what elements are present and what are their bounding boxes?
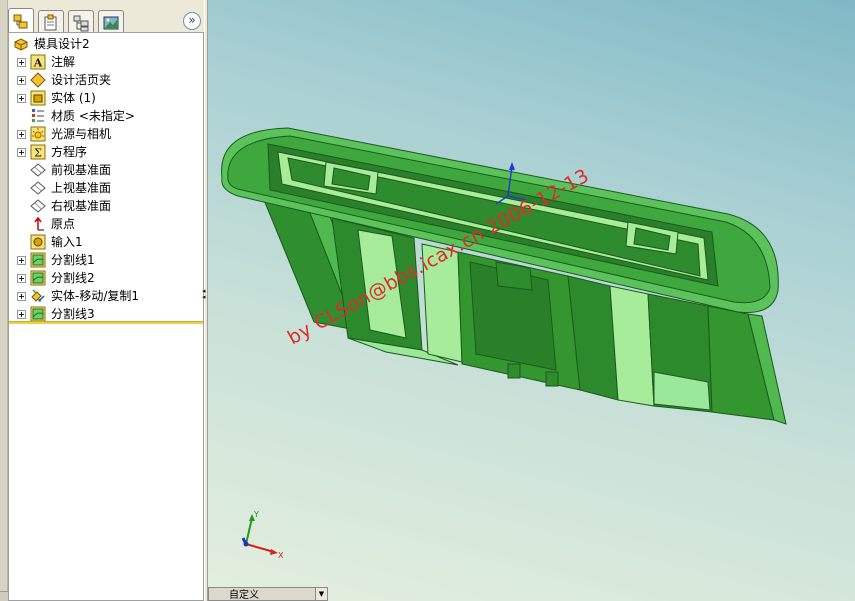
tree-item-equations[interactable]: Σ 方程序 [17,143,87,161]
chevron-down-icon[interactable]: ▼ [315,588,327,600]
tree-item-right-plane[interactable]: 右视基准面 [17,197,111,215]
rollback-bar[interactable] [9,321,203,324]
tree-item-label: 原点 [51,217,76,231]
tree-expander[interactable] [17,273,26,283]
feature-tree: 模具设计2 A 注解 设计活页夹 实体 (1) 材质 <未指定> 光源与相机 Σ… [8,32,204,601]
tree-expander[interactable] [17,147,26,157]
tree-item-material[interactable]: 材质 <未指定> [17,107,135,125]
tree-item-label: 前视基准面 [51,163,112,177]
design-binder-icon [30,72,46,88]
tree-item-top-plane[interactable]: 上视基准面 [17,179,111,197]
part-icon [13,36,29,52]
tree-root-label: 模具设计2 [34,37,90,51]
graphics-viewport[interactable]: by CLSon@bbs.icax.cn 2006-12-13 Y X 自定义 … [208,0,855,601]
tree-item-label: 方程序 [51,145,88,159]
equations-icon: Σ [30,144,46,160]
tab-configuration-manager[interactable] [68,10,94,34]
tree-item-label: 注解 [51,55,76,69]
tree-item-label: 实体-移动/复制1 [51,289,140,303]
coordinate-triad-icon: Y X [241,510,284,558]
move-copy-body-icon [30,288,46,304]
split-line-icon [30,252,46,268]
tree-item-split-line-1[interactable]: 分割线1 [17,251,95,269]
tree-item-label: 上视基准面 [51,181,112,195]
split-line-icon [30,306,46,322]
svg-text:Σ: Σ [34,147,42,160]
feature-manager-tabbar: » [8,6,204,35]
feature-tree-icon [13,14,28,29]
material-icon [30,108,46,124]
view-orientation-value: 自定义 [229,590,259,601]
tree-expander[interactable] [17,93,26,103]
tree-expander[interactable] [17,75,26,85]
triad-x-label: X [278,551,284,558]
plane-icon [30,180,46,196]
tree-root-part[interactable]: 模具设计2 [13,35,90,53]
tree-item-label: 分割线2 [51,271,95,285]
tree-item-split-line-2[interactable]: 分割线2 [17,269,95,287]
tree-item-design-binder[interactable]: 设计活页夹 [17,71,111,89]
tree-item-solid-bodies[interactable]: 实体 (1) [17,89,96,107]
tab-property-manager[interactable] [38,10,64,34]
tree-expander[interactable] [17,129,26,139]
feature-manager-panel: » 模具设计2 A 注解 设计活页夹 实体 (1) 材质 <未指定> 光源与相机… [0,0,208,601]
tree-expander[interactable] [17,255,26,265]
imported-body-icon [30,234,46,250]
annotation-icon: A [30,54,46,70]
panel-expand-button[interactable]: » [183,12,201,30]
tree-item-label: 分割线3 [51,307,95,321]
tree-expander[interactable] [17,291,26,301]
tab-feature-tree[interactable] [8,8,34,35]
solid-bodies-icon [30,90,46,106]
svg-text:A: A [33,57,43,70]
tab-display-manager[interactable] [98,10,124,34]
split-line-icon [30,270,46,286]
tree-item-lights-cameras[interactable]: 光源与相机 [17,125,111,143]
tree-item-label: 分割线1 [51,253,95,267]
tree-item-label: 右视基准面 [51,199,112,213]
mold-part-model [221,127,787,425]
plane-icon [30,162,46,178]
configuration-manager-icon [73,15,89,31]
tree-item-import[interactable]: 输入1 [17,233,83,251]
tree-item-label: 设计活页夹 [51,73,112,87]
tree-item-label: 实体 (1) [51,91,96,105]
tree-item-move-copy-body[interactable]: 实体-移动/复制1 [17,287,139,305]
plane-icon [30,198,46,214]
tree-item-annotations[interactable]: A 注解 [17,53,75,71]
tree-item-label: 材质 <未指定> [51,109,135,123]
tree-expander[interactable] [17,57,26,67]
lights-cameras-icon [30,126,46,142]
property-manager-icon [44,14,57,30]
panel-edge-strip [0,0,8,601]
tree-item-label: 输入1 [51,235,83,249]
triad-y-label: Y [253,510,259,519]
status-corner [0,591,8,601]
origin-icon [30,216,46,232]
view-orientation-select[interactable]: 自定义 ▼ [208,587,328,601]
tree-item-label: 光源与相机 [51,127,112,141]
tree-item-origin[interactable]: 原点 [17,215,75,233]
display-manager-icon [103,16,119,29]
tree-expander[interactable] [17,309,26,319]
tree-item-front-plane[interactable]: 前视基准面 [17,161,111,179]
